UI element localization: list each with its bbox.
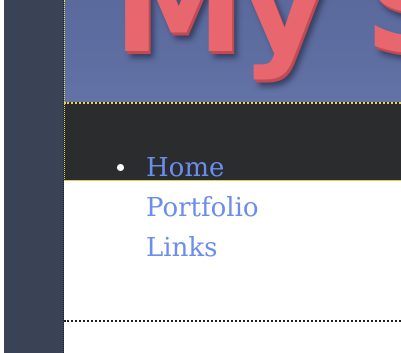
nav-link-portfolio[interactable]: Portfolio [146,193,259,223]
nav-menu: Home Portfolio Links [117,150,259,270]
nav-link-links[interactable]: Links [146,233,217,263]
site-title: My S [113,0,401,83]
left-sidebar [4,0,64,353]
header-banner: My S [64,0,401,102]
content-divider [64,320,401,322]
bullet-icon [117,164,124,171]
nav-item-portfolio: Portfolio [146,190,259,230]
nav-item-home: Home [117,150,259,190]
nav-link-home[interactable]: Home [146,153,224,183]
web-page: My S Home Portfolio Links [0,0,401,353]
nav-item-links: Links [146,230,259,270]
